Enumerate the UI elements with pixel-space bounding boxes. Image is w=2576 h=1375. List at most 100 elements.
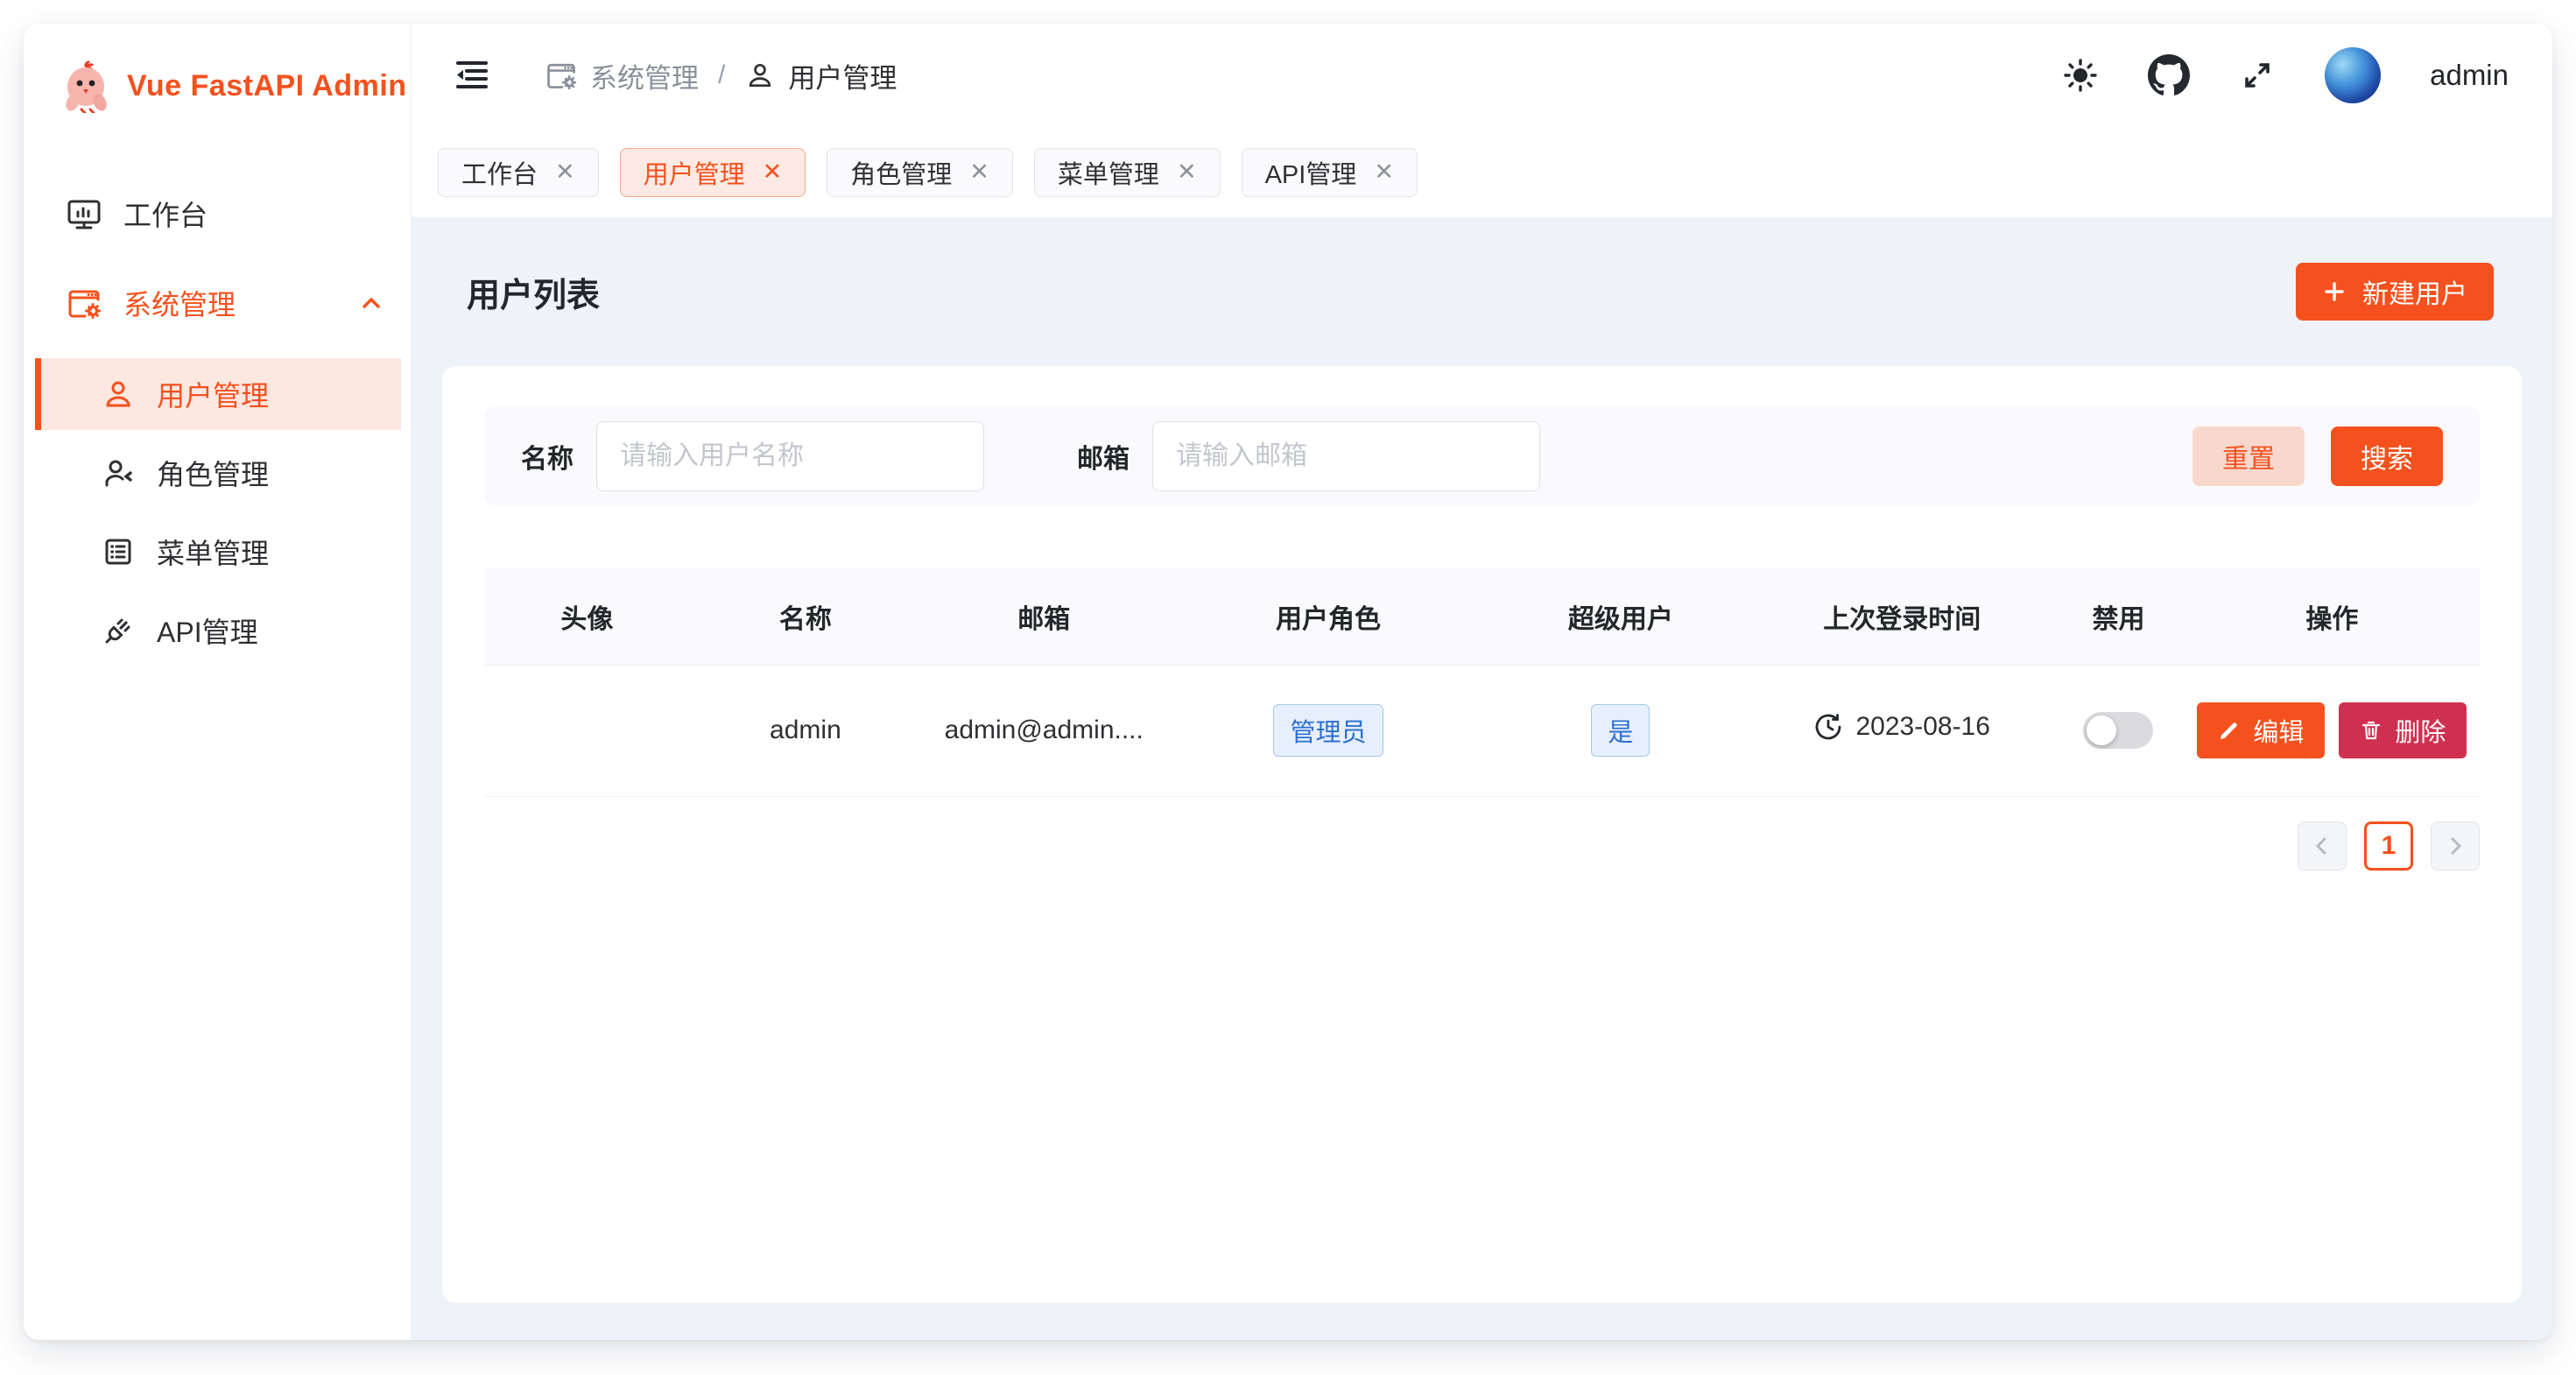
username[interactable]: admin — [2430, 59, 2509, 92]
close-icon[interactable]: ✕ — [1374, 159, 1394, 186]
cell-name: admin — [690, 665, 921, 796]
cell-actions: 编辑 删除 — [2185, 665, 2480, 796]
sidebar-item-label: 系统管理 — [123, 283, 236, 323]
reset-button[interactable]: 重置 — [2192, 427, 2305, 486]
github-icon[interactable] — [2148, 54, 2190, 96]
sidebar-item-label: 角色管理 — [157, 453, 269, 493]
col-last-login: 上次登录时间 — [1751, 568, 2052, 665]
tabbar: 工作台 ✕ 用户管理 ✕ 角色管理 ✕ 菜单管理 ✕ API管理 ✕ — [412, 127, 2552, 217]
breadcrumb-users[interactable]: 用户管理 — [744, 56, 897, 95]
table-header-row: 头像 名称 邮箱 用户角色 超级用户 上次登录时间 禁用 操作 — [484, 568, 2480, 665]
breadcrumb-label: 系统管理 — [590, 56, 699, 95]
tab-api[interactable]: API管理 ✕ — [1242, 148, 1418, 197]
chick-logo-icon — [62, 59, 113, 113]
sidebar-item-label: 用户管理 — [157, 374, 269, 414]
close-icon[interactable]: ✕ — [763, 159, 783, 186]
table-row: admin admin@admin.... 管理员 是 — [484, 665, 2480, 796]
tab-label: 菜单管理 — [1058, 154, 1159, 191]
col-disabled: 禁用 — [2052, 568, 2184, 665]
cell-role: 管理员 — [1166, 665, 1489, 796]
prev-page-button[interactable] — [2298, 821, 2347, 871]
cell-email: admin@admin.... — [921, 665, 1166, 796]
email-field: 邮箱 — [1077, 421, 1540, 491]
avatar[interactable] — [2325, 47, 2381, 103]
cell-avatar — [484, 665, 690, 796]
sidebar-item-workbench[interactable]: 工作台 — [24, 181, 411, 246]
close-icon[interactable]: ✕ — [1177, 159, 1197, 186]
logo[interactable]: Vue FastAPI Admin — [24, 24, 411, 113]
sidebar-item-system[interactable]: 系统管理 — [24, 271, 411, 335]
menu-list-icon — [101, 534, 136, 569]
window-gear-icon — [66, 285, 102, 321]
col-name: 名称 — [690, 568, 921, 665]
delete-button[interactable]: 删除 — [2339, 702, 2467, 758]
sidebar-item-menus[interactable]: 菜单管理 — [24, 516, 411, 588]
superuser-tag: 是 — [1591, 704, 1650, 757]
tab-users[interactable]: 用户管理 ✕ — [620, 148, 806, 197]
close-icon[interactable]: ✕ — [969, 159, 989, 186]
app-title: Vue FastAPI Admin — [127, 69, 407, 103]
name-input[interactable] — [596, 421, 984, 491]
topbar: 系统管理 / 用户管理 — [412, 24, 2552, 127]
col-email: 邮箱 — [921, 568, 1166, 665]
app-window: Vue FastAPI Admin 工作台 — [24, 24, 2552, 1340]
page-title: 用户列表 — [467, 268, 600, 316]
add-user-button[interactable]: 新建用户 — [2296, 263, 2494, 321]
tab-roles[interactable]: 角色管理 ✕ — [827, 148, 1013, 197]
sidebar-item-label: 工作台 — [123, 194, 208, 234]
chevron-up-icon — [358, 290, 384, 316]
edit-label: 编辑 — [2253, 712, 2304, 749]
search-bar: 名称 邮箱 重置 搜索 — [484, 406, 2480, 505]
plus-icon — [2322, 279, 2347, 304]
theme-sun-icon[interactable] — [2062, 57, 2099, 94]
page-body: 用户列表 新建用户 名称 邮箱 — [412, 217, 2552, 1340]
window-gear-icon — [545, 59, 578, 92]
next-page-button[interactable] — [2431, 821, 2480, 871]
tab-label: 工作台 — [461, 154, 538, 191]
clock-icon — [1813, 712, 1843, 742]
sidebar-item-users[interactable]: 用户管理 — [35, 358, 401, 430]
col-superuser: 超级用户 — [1490, 568, 1752, 665]
sidebar-item-label: 菜单管理 — [157, 532, 269, 572]
main-area: 系统管理 / 用户管理 — [412, 24, 2552, 1340]
delete-label: 删除 — [2395, 712, 2446, 749]
fullscreen-icon[interactable] — [2239, 57, 2276, 94]
name-field: 名称 — [521, 421, 984, 491]
pagination: 1 — [484, 821, 2480, 871]
user-icon — [744, 60, 776, 91]
col-avatar: 头像 — [484, 568, 690, 665]
content-card: 名称 邮箱 重置 搜索 — [442, 366, 2522, 1303]
close-icon[interactable]: ✕ — [555, 159, 575, 186]
pencil-icon — [2218, 719, 2241, 742]
monitor-icon — [66, 195, 102, 232]
col-actions: 操作 — [2185, 568, 2480, 665]
last-login-value: 2023-08-16 — [1855, 712, 1989, 742]
role-tag: 管理员 — [1273, 704, 1383, 757]
role-icon — [101, 455, 136, 490]
tab-workbench[interactable]: 工作台 ✕ — [438, 148, 599, 197]
email-input[interactable] — [1152, 421, 1540, 491]
disabled-toggle[interactable] — [2083, 712, 2153, 749]
sidebar: Vue FastAPI Admin 工作台 — [24, 24, 412, 1340]
trash-icon — [2360, 719, 2382, 742]
sidebar-menu: 工作台 系统管理 — [24, 181, 411, 670]
edit-button[interactable]: 编辑 — [2197, 702, 2325, 758]
sidebar-item-roles[interactable]: 角色管理 — [24, 437, 411, 509]
add-user-label: 新建用户 — [2362, 272, 2467, 311]
search-button[interactable]: 搜索 — [2331, 427, 2443, 486]
page-1-button[interactable]: 1 — [2364, 821, 2413, 871]
users-table: 头像 名称 邮箱 用户角色 超级用户 上次登录时间 禁用 操作 — [484, 568, 2480, 797]
tab-label: 角色管理 — [850, 154, 952, 191]
user-icon — [101, 377, 136, 412]
cell-last-login: 2023-08-16 — [1751, 665, 2052, 796]
col-role: 用户角色 — [1166, 568, 1489, 665]
sidebar-item-api[interactable]: API管理 — [24, 595, 411, 666]
sidebar-submenu: 用户管理 角色管理 — [24, 355, 411, 670]
tab-label: API管理 — [1265, 154, 1357, 191]
sidebar-item-label: API管理 — [157, 610, 258, 651]
topbar-actions: admin — [2062, 47, 2509, 103]
collapse-sidebar-icon[interactable] — [452, 55, 492, 95]
tab-label: 用户管理 — [644, 154, 745, 191]
breadcrumb-system[interactable]: 系统管理 — [545, 56, 699, 95]
tab-menus[interactable]: 菜单管理 ✕ — [1034, 148, 1221, 197]
